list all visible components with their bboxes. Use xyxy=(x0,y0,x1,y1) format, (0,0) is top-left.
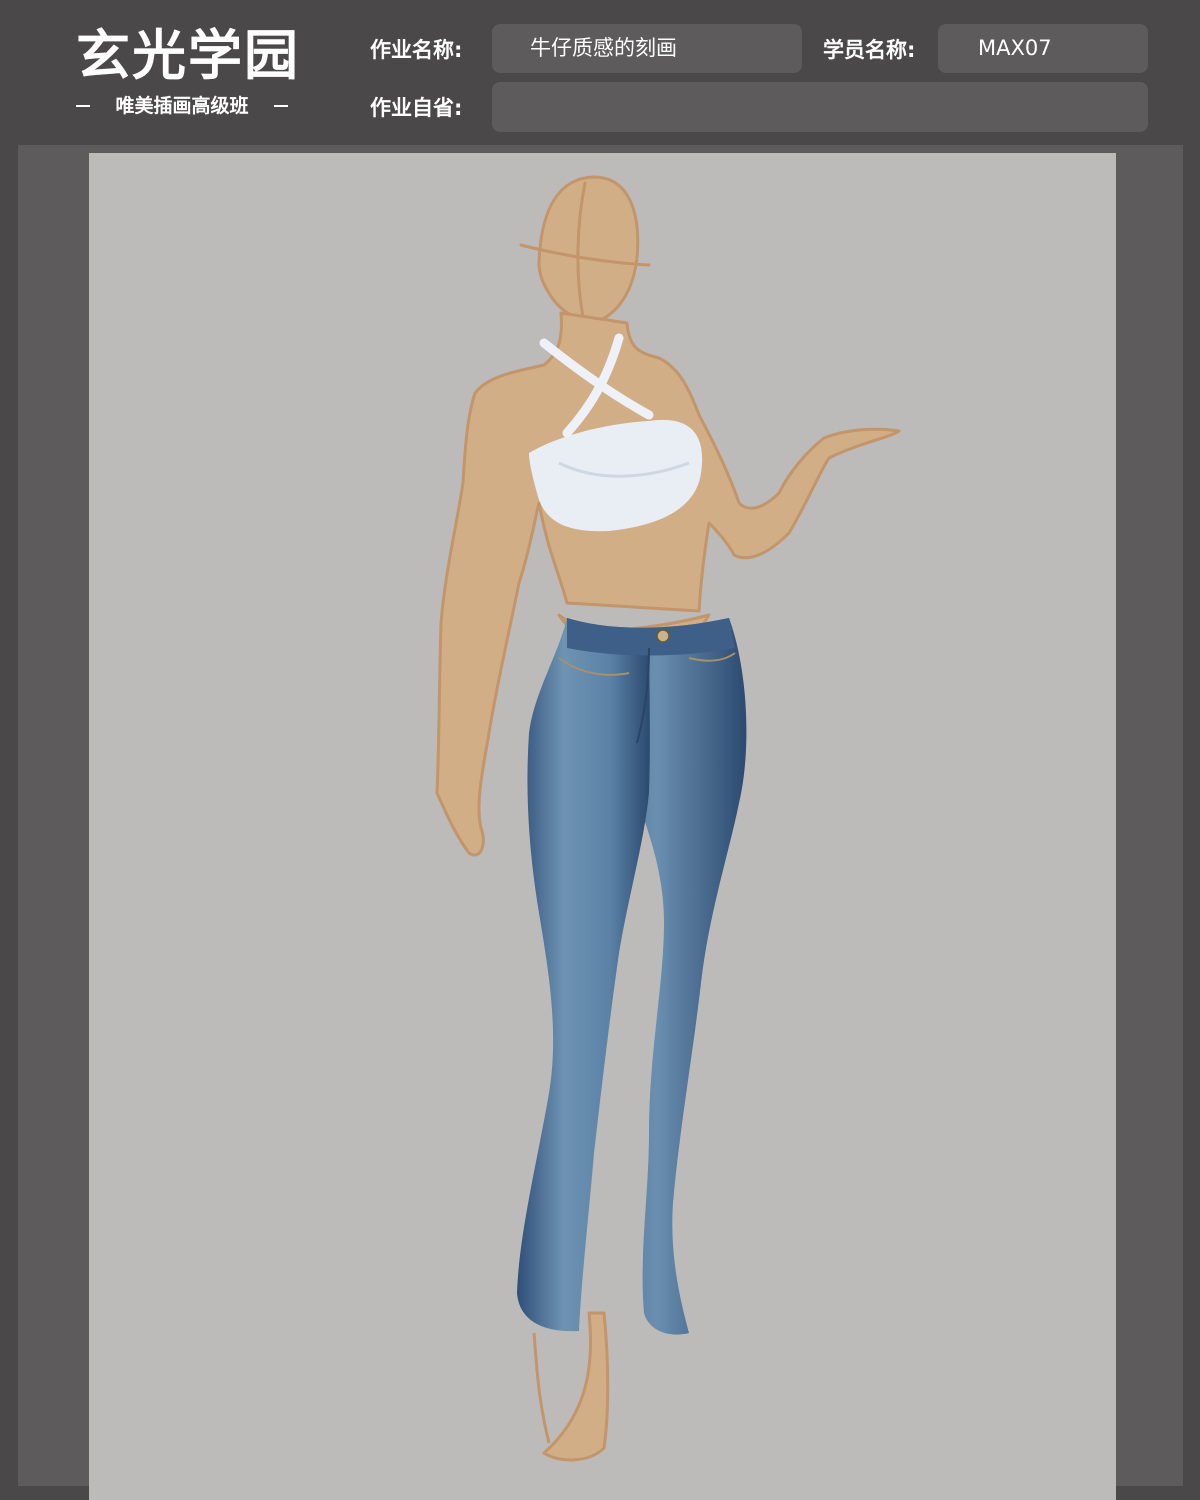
head-sketch xyxy=(519,175,651,323)
logo-title: 玄光学园 xyxy=(76,23,300,87)
logo-subtitle-text: 唯美插画高级班 xyxy=(115,95,249,117)
student-name-field[interactable]: MAX07 xyxy=(938,24,1148,73)
ankle-line xyxy=(532,1332,551,1444)
self-review-label: 作业自省: xyxy=(370,96,463,120)
assignment-name-label: 作业名称: xyxy=(370,38,463,62)
logo-dash-left xyxy=(76,105,90,107)
head-shape xyxy=(537,175,640,323)
self-review-field[interactable] xyxy=(492,82,1148,132)
figure-illustration xyxy=(435,175,901,1462)
header-bar: 玄光学园 唯美插画高级班 作业名称: 牛仔质感的刻画 学员名称: MAX07 作… xyxy=(0,0,1200,145)
logo-dash-right xyxy=(273,105,288,107)
logo-subtitle: 唯美插画高级班 xyxy=(76,92,288,120)
jeans-button xyxy=(656,629,670,643)
waistband xyxy=(567,618,735,656)
left-foot xyxy=(542,1311,610,1462)
artwork-canvas xyxy=(89,153,1116,1500)
jeans xyxy=(517,618,747,1335)
jeans-left-leg xyxy=(517,618,650,1332)
assignment-name-field[interactable]: 牛仔质感的刻画 xyxy=(492,24,802,73)
student-name-label: 学员名称: xyxy=(823,38,916,62)
